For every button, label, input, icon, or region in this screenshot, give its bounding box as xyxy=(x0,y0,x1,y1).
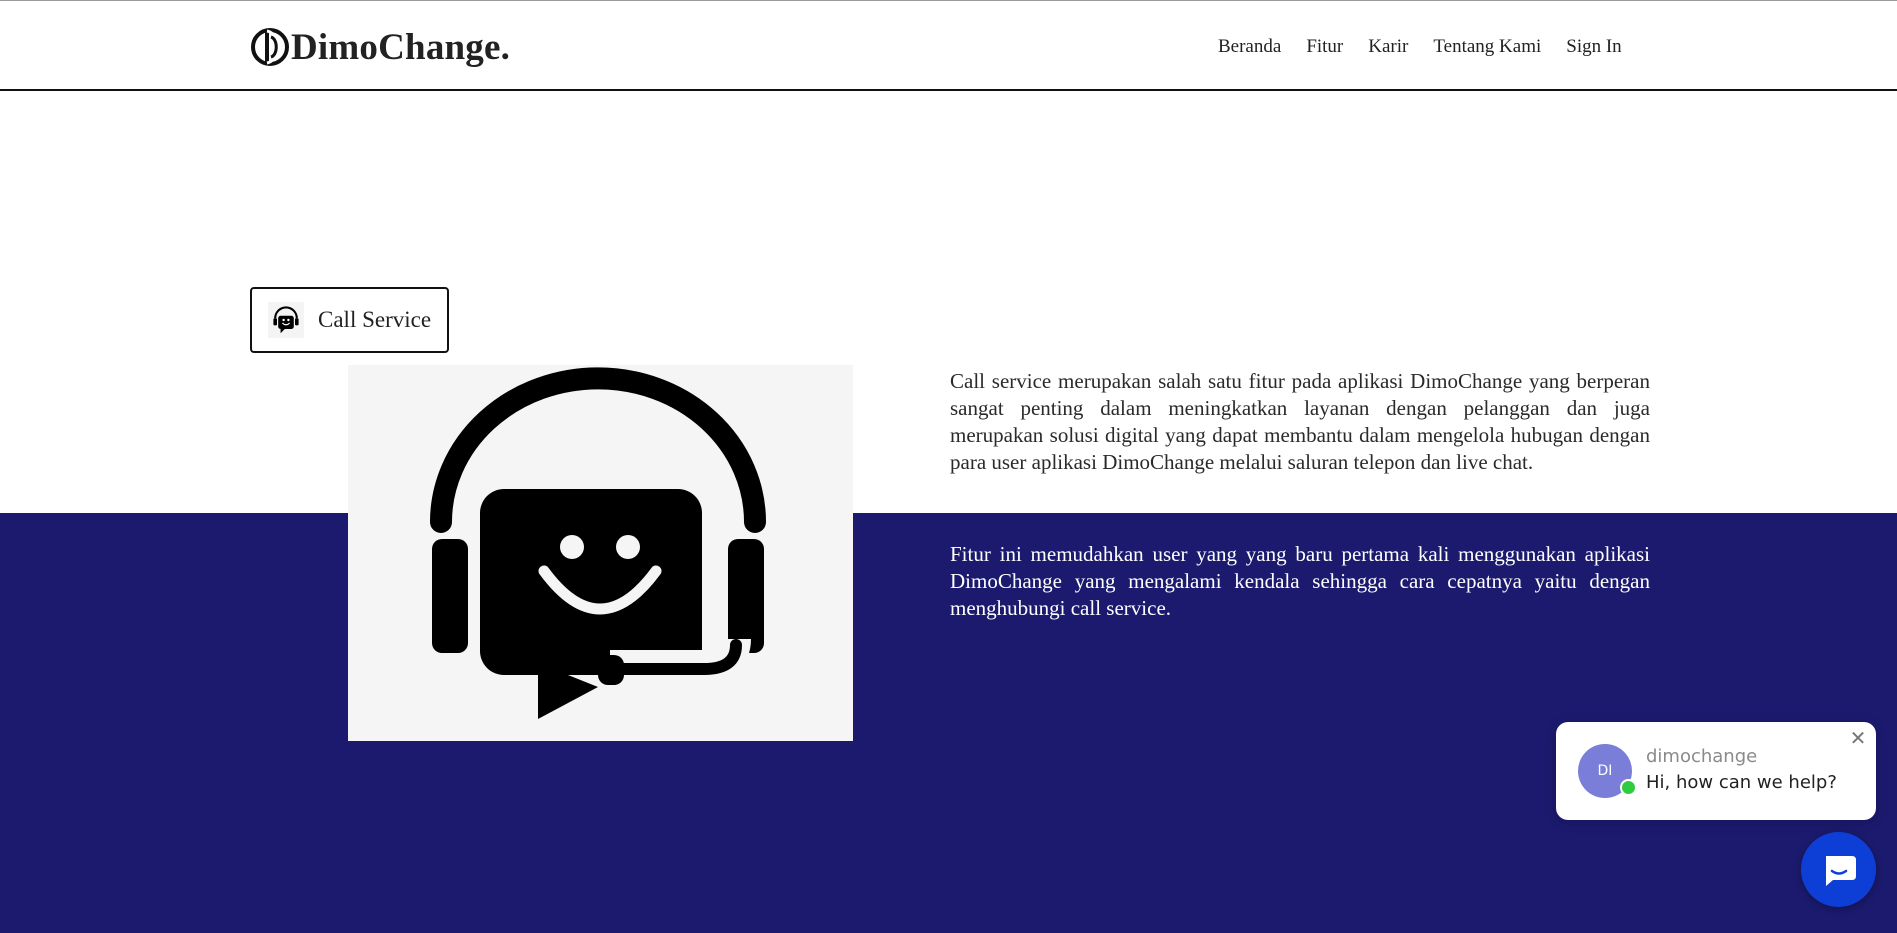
feature-description-1: Call service merupakan salah satu fitur … xyxy=(950,369,1650,474)
logo-text: DimoChange. xyxy=(291,26,511,68)
nav-karir[interactable]: Karir xyxy=(1368,36,1408,58)
chat-bubble-icon xyxy=(1825,855,1856,886)
headset-chat-icon xyxy=(268,302,304,338)
call-service-badge: Call Service xyxy=(250,287,449,353)
headset-chat-smile-icon xyxy=(430,367,766,719)
call-service-label: Call Service xyxy=(318,307,432,332)
main-nav: Beranda Fitur Karir Tentang Kami Sign In xyxy=(1218,36,1622,58)
nav-tentang-kami[interactable]: Tentang Kami xyxy=(1433,36,1541,58)
chat-agent-name: dimochange xyxy=(1646,746,1758,767)
logo-icon xyxy=(251,28,289,66)
online-status-dot xyxy=(1620,779,1637,796)
nav-beranda[interactable]: Beranda xyxy=(1218,36,1281,58)
chat-greeting-card[interactable]: DI dimochange Hi, how can we help? ✕ xyxy=(1556,722,1876,820)
logo[interactable]: DimoChange. xyxy=(250,25,510,69)
top-navigation-bar: DimoChange. Beranda Fitur Karir Tentang … xyxy=(0,0,1897,91)
chat-greeting-message: Hi, how can we help? xyxy=(1646,772,1837,793)
close-icon[interactable]: ✕ xyxy=(1848,728,1868,748)
call-service-illustration xyxy=(348,365,853,741)
chat-launcher-button[interactable] xyxy=(1801,832,1876,907)
nav-fitur[interactable]: Fitur xyxy=(1306,36,1343,58)
feature-description-2: Fitur ini memudahkan user yang yang baru… xyxy=(950,542,1650,620)
nav-sign-in[interactable]: Sign In xyxy=(1566,36,1621,58)
